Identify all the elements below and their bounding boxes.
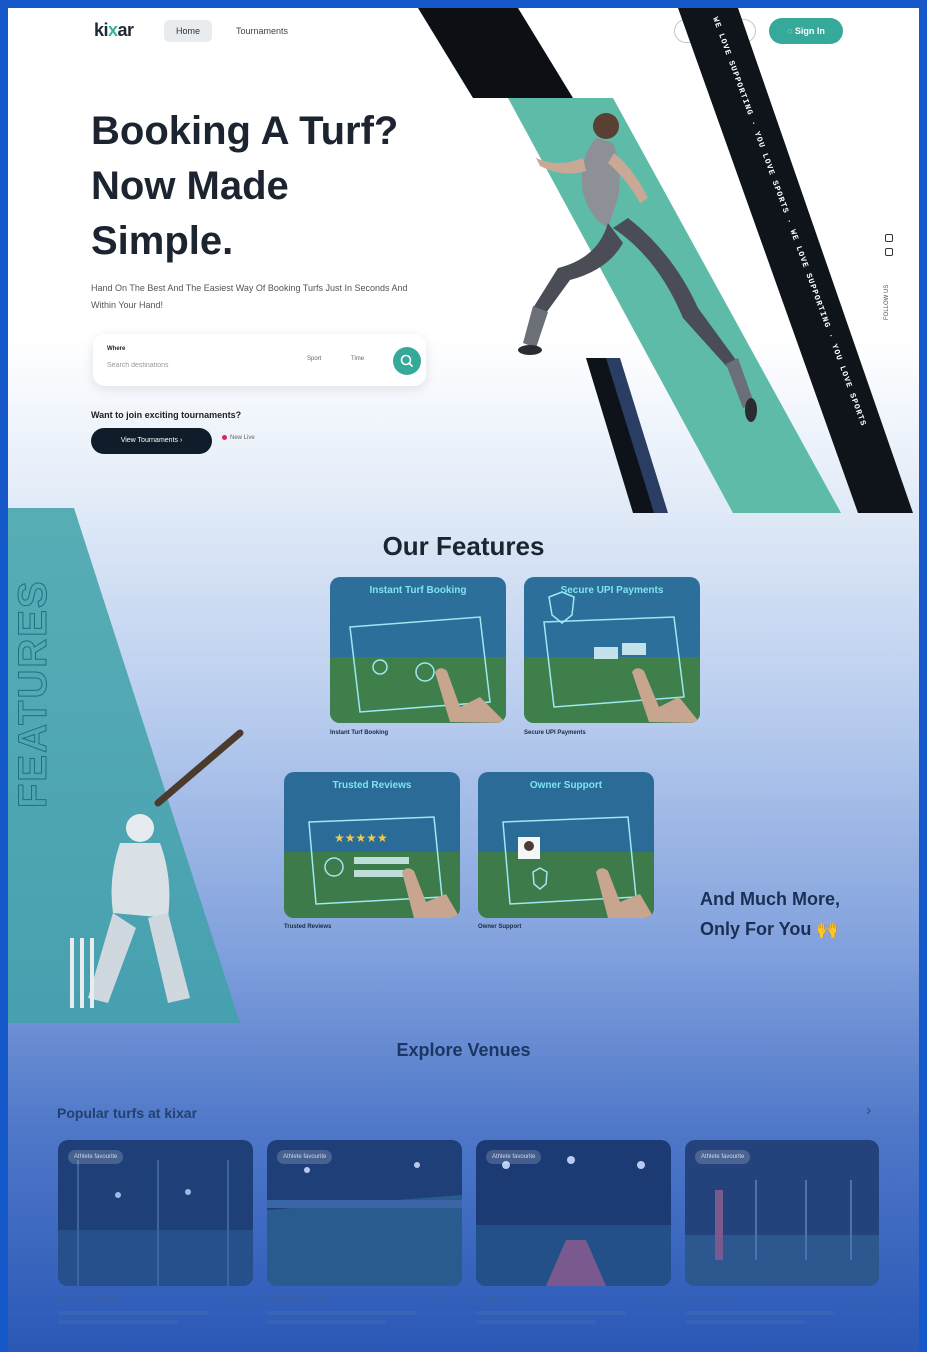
hero-illustration: WE LOVE SUPPORTING · YOU LOVE SPORTS · W… [418,8,913,513]
search-bar: Where Sport Time [93,334,426,386]
hero-title: Booking A Turf? Now Made Simple. [91,109,399,263]
feature-card-trusted-reviews[interactable]: ★★★★★ Trusted Reviews [284,772,460,918]
follow-us-sidebar: FOLLOW US [882,228,896,320]
venue-card-crossover[interactable]: Athlete favourite [58,1140,253,1286]
chevron-right-icon[interactable]: › [866,1102,871,1120]
features-title: Our Features [382,531,545,561]
feature-card-owner-support[interactable]: Owner Support [478,772,654,918]
new-live-badge: New Live [222,435,255,441]
nav-tournaments[interactable]: Tournaments [236,20,288,42]
instagram-icon[interactable] [885,248,893,256]
athlete-favourite-badge: Athlete favourite [68,1150,124,1164]
explore-venues-title: Explore Venues [396,1040,531,1060]
nav-home[interactable]: Home [164,20,212,42]
venue-info: The Homeleads Turf ★ 5 [267,1296,462,1324]
athlete-favourite-badge: Athlete favourite [695,1150,751,1164]
where-label: Where [107,346,126,352]
cricketer-illustration: FEATURES [8,508,244,1023]
follow-us-label: FOLLOW US [884,284,890,320]
page: kixar Home Tournaments List your venue ◌… [8,8,919,1352]
search-button[interactable] [393,347,421,375]
features-side-word: FEATURES [11,579,55,808]
search-icon [400,354,414,368]
and-much-more-text: And Much More, Only For You 🙌 [700,889,840,939]
feature-card-upi-payments[interactable]: Secure UPI Payments [524,577,700,723]
feature-banner: Instant Turf Booking [369,585,466,596]
feature-caption: Instant Turf Booking [330,730,389,736]
venue-card-divine[interactable]: Athlete favourite [685,1140,879,1286]
tournament-prompt: Want to join exciting tournaments? [91,410,242,420]
destination-search-input[interactable] [107,358,277,372]
venue-info: Divine Sports Turf ★ 5 [685,1296,880,1324]
venue-card-kolkata[interactable]: Athlete favourite [476,1140,671,1286]
time-selector[interactable]: Time [351,356,364,362]
feature-caption: Trusted Reviews [284,924,332,930]
sport-selector[interactable]: Sport [307,356,321,362]
view-tournaments-button[interactable]: View Tournaments › [91,428,212,454]
athlete-favourite-badge: Athlete favourite [277,1150,333,1164]
venue-info: The Crossover Turf ★ 5 [58,1296,253,1324]
feature-banner: Trusted Reviews [333,780,412,791]
popular-turfs-heading: Popular turfs at kixar [57,1105,198,1121]
feature-caption: Owner Support [478,924,522,930]
svg-text:★★★★★: ★★★★★ [334,831,388,845]
venue-rating: ★ 5 [650,1297,663,1304]
linkedin-icon[interactable] [885,234,893,242]
venue-rating: ★ 5 [859,1297,872,1304]
venue-rating: ★ 5 [441,1297,454,1304]
hero-subtitle: Hand On The Best And The Easiest Way Of … [91,283,408,310]
live-dot-icon [222,435,227,440]
athlete-favourite-badge: Athlete favourite [486,1150,542,1164]
venue-info: Kolkata Turf ★ 5 [476,1296,671,1324]
kixar-logo[interactable]: kixar [94,20,134,41]
venue-rating: ★ 5 [232,1297,245,1304]
feature-banner: Owner Support [530,780,603,791]
feature-card-instant-booking[interactable]: Instant Turf Booking [330,577,506,723]
venue-card-homeleads[interactable]: Athlete favourite [267,1140,462,1286]
feature-banner: Secure UPI Payments [561,585,664,596]
feature-caption: Secure UPI Payments [524,730,586,736]
